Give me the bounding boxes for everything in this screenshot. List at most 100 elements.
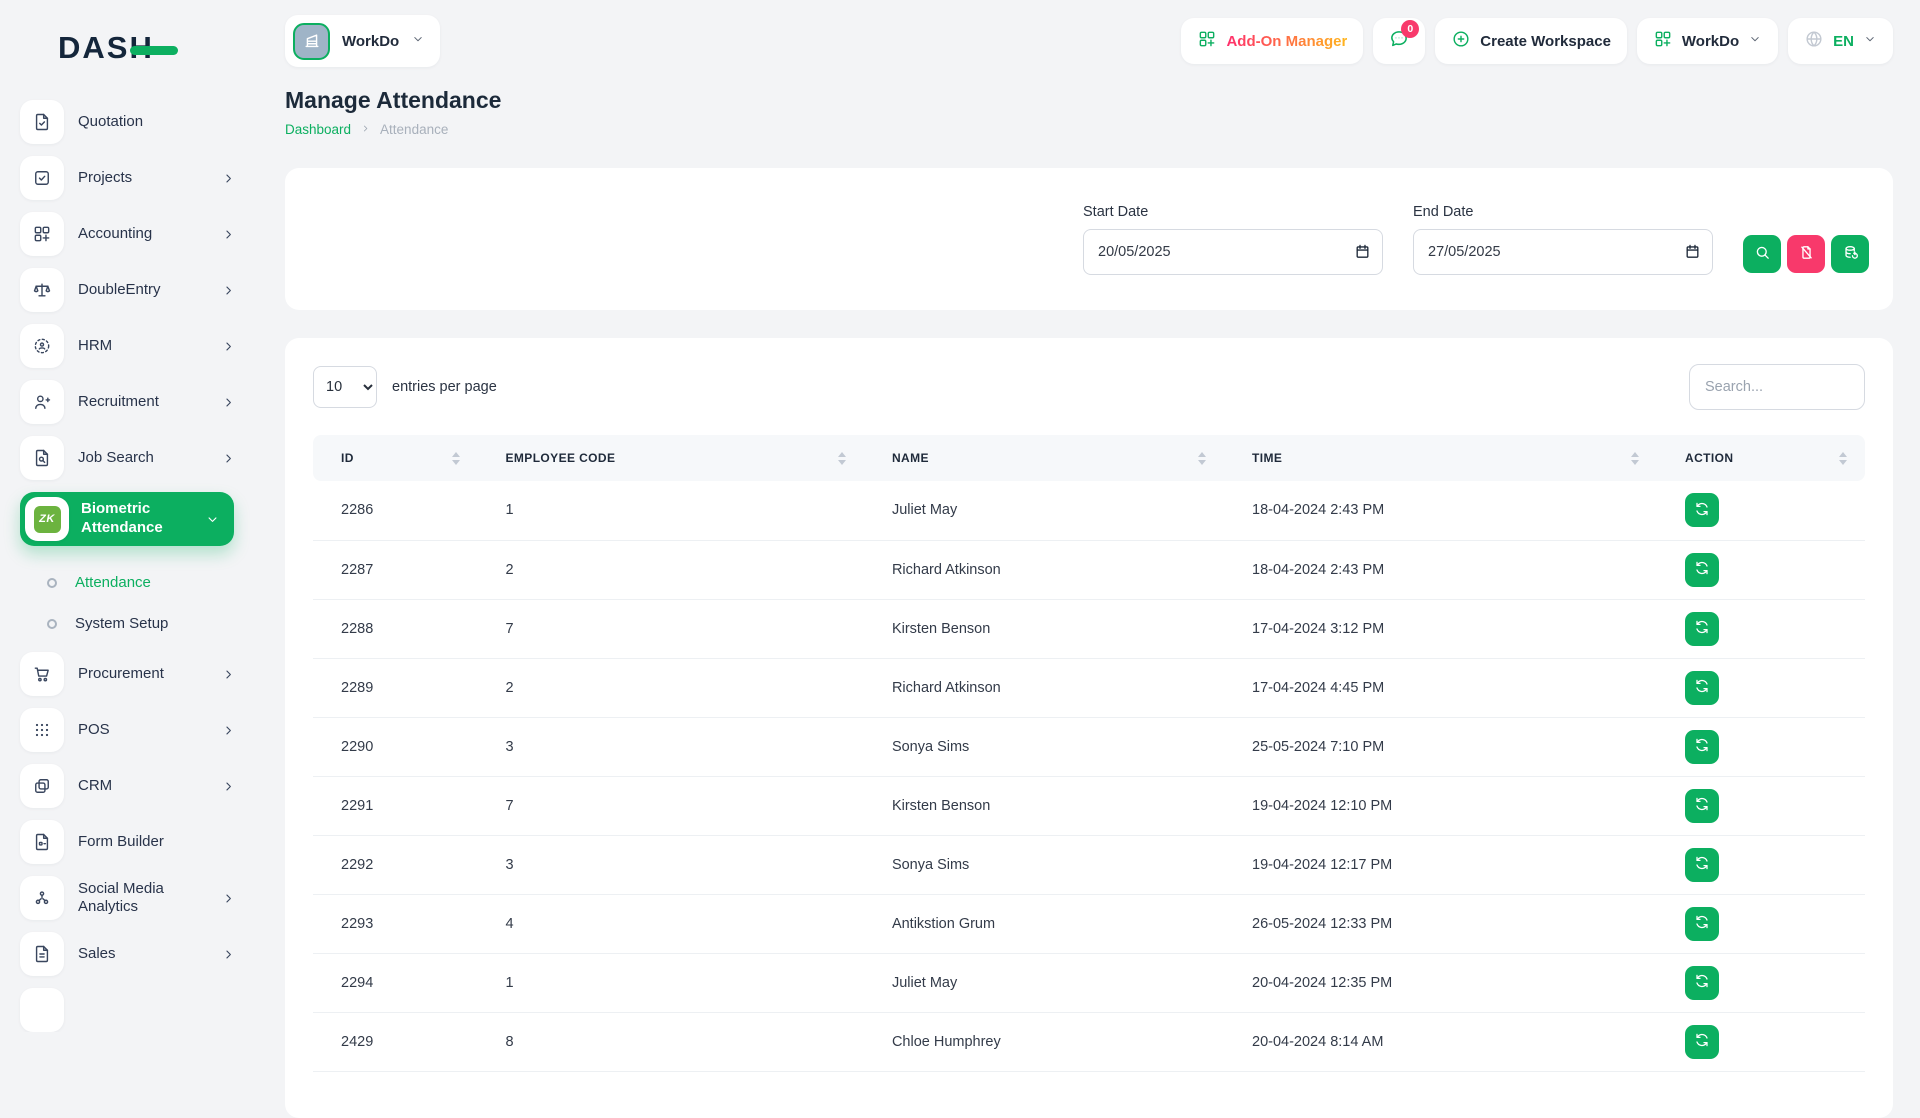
- workdo-menu-label: WorkDo: [1682, 33, 1739, 50]
- column-header-name[interactable]: NAME: [864, 435, 1224, 481]
- cell-action: [1657, 540, 1865, 599]
- sidebar-item-form-builder[interactable]: Form Builder: [20, 820, 240, 864]
- refresh-icon: [1694, 737, 1710, 756]
- sort-icon: [1839, 452, 1847, 465]
- sidebar-subitem-system-setup[interactable]: System Setup: [47, 603, 240, 644]
- calendar-icon[interactable]: [1354, 243, 1371, 260]
- chevron-right-icon: [221, 723, 236, 738]
- sidebar-item-pos[interactable]: POS: [20, 708, 240, 752]
- cell-id: 2292: [313, 835, 478, 894]
- cell-name: Richard Atkinson: [864, 540, 1224, 599]
- cell-employee-code: 3: [478, 717, 864, 776]
- breadcrumb-dashboard-link[interactable]: Dashboard: [285, 122, 351, 137]
- sidebar-item-accounting[interactable]: Accounting: [20, 212, 240, 256]
- refresh-icon: [1694, 855, 1710, 874]
- database-sync-icon: [1842, 244, 1859, 264]
- sidebar: DASH Quotation Projects Accounting DoubleEn…: [0, 0, 250, 1032]
- workdo-menu-button[interactable]: WorkDo: [1637, 18, 1778, 64]
- sidebar-item-projects[interactable]: Projects: [20, 156, 240, 200]
- page-title: Manage Attendance: [285, 87, 1893, 114]
- calendar-icon[interactable]: [1684, 243, 1701, 260]
- cell-employee-code: 7: [478, 776, 864, 835]
- attendance-table-card: 10 entries per page ID EMPLOYEE CODE NAM…: [285, 338, 1893, 1118]
- add-on-manager-label: Add-On Manager: [1226, 33, 1347, 50]
- table-row: 22887Kirsten Benson17-04-2024 3:12 PM: [313, 599, 1865, 658]
- sync-row-button[interactable]: [1685, 1025, 1719, 1059]
- sidebar-item-doubleentry[interactable]: DoubleEntry: [20, 268, 240, 312]
- sync-row-button[interactable]: [1685, 966, 1719, 1000]
- bullet-icon: [47, 619, 57, 629]
- chevron-down-icon: [1748, 32, 1762, 50]
- sidebar-item-quotation[interactable]: Quotation: [20, 100, 240, 144]
- chevron-right-icon: [221, 171, 236, 186]
- cell-time: 20-04-2024 8:14 AM: [1224, 1012, 1657, 1071]
- sidebar-item-procurement[interactable]: Procurement: [20, 652, 240, 696]
- cell-name: Antikstion Grum: [864, 894, 1224, 953]
- sync-row-button[interactable]: [1685, 730, 1719, 764]
- sync-row-button[interactable]: [1685, 553, 1719, 587]
- column-header-action[interactable]: ACTION: [1657, 435, 1865, 481]
- sidebar-item-sales[interactable]: Sales: [20, 932, 240, 976]
- sidebar-submenu: AttendanceSystem Setup: [20, 560, 240, 652]
- add-on-manager-button[interactable]: Add-On Manager: [1181, 18, 1363, 64]
- chevron-right-icon: [221, 779, 236, 794]
- end-date-field: [1413, 229, 1713, 275]
- sync-row-button[interactable]: [1685, 907, 1719, 941]
- sync-attendance-button[interactable]: [1831, 235, 1869, 273]
- end-date-group: End Date: [1413, 204, 1713, 275]
- cell-employee-code: 1: [478, 481, 864, 540]
- sort-icon: [1198, 452, 1206, 465]
- chevron-right-icon: [360, 122, 371, 137]
- chevron-right-icon: [221, 947, 236, 962]
- cell-name: Sonya Sims: [864, 717, 1224, 776]
- sync-row-button[interactable]: [1685, 493, 1719, 527]
- sidebar-item-biometric-attendance-wrap: ZKBiometric Attendance AttendanceSystem S…: [20, 492, 240, 652]
- sync-row-button[interactable]: [1685, 848, 1719, 882]
- cell-name: Kirsten Benson: [864, 599, 1224, 658]
- entries-per-page-select[interactable]: 10: [313, 366, 377, 408]
- create-workspace-button[interactable]: Create Workspace: [1435, 18, 1627, 64]
- sidebar-item-biometric-attendance[interactable]: ZKBiometric Attendance: [20, 492, 234, 546]
- main-content: WorkDo Add-On Manager 0 Create Workspace…: [250, 0, 1920, 1118]
- bullet-icon: [47, 578, 57, 588]
- language-button[interactable]: EN: [1788, 18, 1893, 64]
- sync-row-button[interactable]: [1685, 789, 1719, 823]
- sidebar-item-hrm[interactable]: HRM: [20, 324, 240, 368]
- apply-filter-button[interactable]: [1743, 235, 1781, 273]
- app-logo[interactable]: DASH: [20, 0, 250, 96]
- grid-plus-icon: [1653, 29, 1673, 53]
- file-form-icon: [20, 820, 64, 864]
- sidebar-item-crm[interactable]: CRM: [20, 764, 240, 808]
- cell-action: [1657, 953, 1865, 1012]
- start-date-group: Start Date: [1083, 204, 1383, 275]
- chevron-down-icon: [1863, 32, 1877, 50]
- sync-row-button[interactable]: [1685, 671, 1719, 705]
- scales-icon: [20, 268, 64, 312]
- cell-time: 19-04-2024 12:17 PM: [1224, 835, 1657, 894]
- workspace-switcher[interactable]: WorkDo: [285, 15, 440, 67]
- breadcrumb-current: Attendance: [380, 122, 448, 137]
- cell-employee-code: 2: [478, 540, 864, 599]
- attendance-table: ID EMPLOYEE CODE NAME TIME ACTION 22861J…: [313, 435, 1865, 1072]
- sync-row-button[interactable]: [1685, 612, 1719, 646]
- table-search-input[interactable]: [1689, 364, 1865, 410]
- clear-filter-button[interactable]: [1787, 235, 1825, 273]
- column-header-time[interactable]: TIME: [1224, 435, 1657, 481]
- sidebar-item-recruitment[interactable]: Recruitment: [20, 380, 240, 424]
- sort-icon: [838, 452, 846, 465]
- column-header-id[interactable]: ID: [313, 435, 478, 481]
- table-row: 22934Antikstion Grum26-05-2024 12:33 PM: [313, 894, 1865, 953]
- messages-button[interactable]: 0: [1373, 18, 1425, 64]
- grid-plus-icon: [1197, 29, 1217, 53]
- sidebar-item-job-search[interactable]: Job Search: [20, 436, 240, 480]
- user-plus-icon: [20, 380, 64, 424]
- start-date-input[interactable]: [1083, 229, 1383, 275]
- end-date-input[interactable]: [1413, 229, 1713, 275]
- start-date-field: [1083, 229, 1383, 275]
- sidebar-item-social-media-analytics[interactable]: Social Media Analytics: [20, 876, 240, 920]
- sidebar-subitem-attendance[interactable]: Attendance: [47, 562, 240, 603]
- cell-time: 17-04-2024 4:45 PM: [1224, 658, 1657, 717]
- column-header-employee-code[interactable]: EMPLOYEE CODE: [478, 435, 864, 481]
- sort-icon: [1631, 452, 1639, 465]
- table-row: 22917Kirsten Benson19-04-2024 12:10 PM: [313, 776, 1865, 835]
